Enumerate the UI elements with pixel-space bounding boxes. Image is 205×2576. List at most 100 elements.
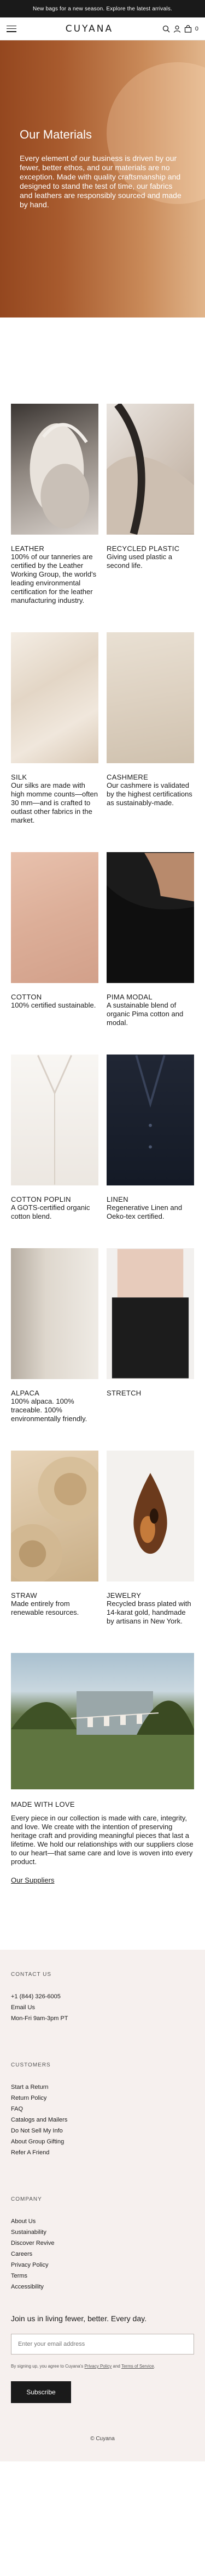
- material-title: STRETCH: [107, 1389, 142, 1397]
- phone-link[interactable]: +1 (844) 326-6005: [11, 1991, 194, 2002]
- menu-icon[interactable]: [7, 25, 16, 32]
- section-desc: Every piece in our collection is made wi…: [11, 1814, 194, 1866]
- recycled-plastic-image: [107, 404, 194, 535]
- email-us-link[interactable]: Email Us: [11, 2002, 194, 2013]
- material-desc: Recycled brass plated with 14-karat gold…: [107, 1599, 191, 1625]
- footer-link[interactable]: Sustainability: [11, 2227, 194, 2238]
- site-footer: CONTACT US +1 (844) 326-6005 Email Us Mo…: [0, 1950, 205, 2461]
- material-title: LEATHER: [11, 544, 45, 553]
- material-desc: Made entirely from renewable resources.: [11, 1599, 79, 1616]
- stretch-image: [107, 1248, 194, 1379]
- footer-link[interactable]: Discover Revive: [11, 2238, 194, 2249]
- announcement-text[interactable]: New bags for a new season. Explore the l…: [33, 6, 172, 12]
- material-desc: 100% alpaca. 100% traceable. 100% enviro…: [11, 1397, 87, 1423]
- material-card-jewelry: JEWELRY Recycled brass plated with 14-ka…: [107, 1451, 194, 1626]
- footer-link[interactable]: Terms: [11, 2271, 194, 2281]
- footer-link[interactable]: About Us: [11, 2216, 194, 2227]
- material-desc: 100% of our tanneries are certified by t…: [11, 553, 97, 604]
- material-card-alpaca: ALPACA 100% alpaca. 100% traceable. 100%…: [11, 1248, 98, 1423]
- material-desc: Our silks are made with high momme count…: [11, 781, 98, 824]
- footer-company: COMPANY About Us Sustainability Discover…: [11, 2196, 194, 2292]
- material-card-straw: STRAW Made entirely from renewable resou…: [11, 1451, 98, 1626]
- made-with-love-section: MADE WITH LOVE Every piece in our collec…: [0, 1800, 205, 1884]
- material-card-recycled-plastic: RECYCLED PLASTIC Giving used plastic a s…: [107, 404, 194, 605]
- our-suppliers-link[interactable]: Our Suppliers: [11, 1876, 54, 1884]
- site-header: CUYANA 0: [0, 17, 205, 40]
- consent-suffix: .: [154, 2364, 155, 2369]
- footer-link[interactable]: FAQ: [11, 2104, 194, 2114]
- hero-text: Every element of our business is driven …: [20, 154, 181, 209]
- terms-link[interactable]: Terms of Service: [121, 2364, 154, 2369]
- material-desc: Giving used plastic a second life.: [107, 553, 172, 570]
- footer-link[interactable]: Start a Return: [11, 2082, 194, 2093]
- material-title: STRAW: [11, 1591, 37, 1599]
- footer-link[interactable]: Return Policy: [11, 2093, 194, 2104]
- footer-link[interactable]: About Group Gifting: [11, 2136, 194, 2147]
- material-card-cashmere: CASHMERE Our cashmere is validated by th…: [107, 632, 194, 825]
- cotton-poplin-image: [11, 1055, 98, 1185]
- jewelry-image: [107, 1451, 194, 1581]
- material-title: COTTON: [11, 993, 42, 1001]
- newsletter-heading: Join us in living fewer, better. Every d…: [11, 2314, 147, 2323]
- material-title: RECYCLED PLASTIC: [107, 544, 180, 553]
- alpaca-image: [11, 1248, 98, 1379]
- account-icon[interactable]: [173, 25, 181, 33]
- material-title: SILK: [11, 773, 27, 781]
- silk-image: [11, 632, 98, 763]
- material-desc: 100% certified sustainable.: [11, 1001, 96, 1009]
- cashmere-image: [107, 632, 194, 763]
- page-title: Our Materials: [20, 128, 92, 141]
- material-card-cotton-poplin: COTTON POPLIN A GOTS-certified organic c…: [11, 1055, 98, 1221]
- footer-contact: CONTACT US +1 (844) 326-6005 Email Us Mo…: [11, 1972, 194, 2024]
- footer-customers: CUSTOMERS Start a Return Return Policy F…: [11, 2062, 194, 2158]
- material-card-silk: SILK Our silks are made with high momme …: [11, 632, 98, 825]
- material-card-stretch: STRETCH: [107, 1248, 194, 1423]
- material-card-linen: LINEN Regenerative Linen and Oeko-tex ce…: [107, 1055, 194, 1221]
- cart-count[interactable]: 0: [195, 26, 198, 32]
- footer-heading: COMPANY: [11, 2196, 42, 2202]
- pima-modal-image: [107, 852, 194, 983]
- footer-link[interactable]: Accessibility: [11, 2281, 194, 2292]
- material-title: LINEN: [107, 1195, 128, 1203]
- linen-image: [107, 1055, 194, 1185]
- material-desc: Regenerative Linen and Oeko-tex certifie…: [107, 1203, 183, 1220]
- material-card-leather: LEATHER 100% of our tanneries are certif…: [11, 404, 98, 605]
- privacy-policy-link[interactable]: Privacy Policy: [85, 2364, 112, 2369]
- consent-and: and: [112, 2364, 121, 2369]
- made-with-love-image: [11, 1653, 194, 1789]
- footer-link[interactable]: Careers: [11, 2249, 194, 2260]
- material-card-cotton: COTTON 100% certified sustainable.: [11, 852, 98, 1027]
- straw-image: [11, 1451, 98, 1581]
- footer-link[interactable]: Catalogs and Mailers: [11, 2114, 194, 2125]
- footer-link[interactable]: Refer A Friend: [11, 2147, 194, 2158]
- footer-link[interactable]: Privacy Policy: [11, 2260, 194, 2271]
- footer-link[interactable]: Do Not Sell My Info: [11, 2125, 194, 2136]
- announcement-bar[interactable]: New bags for a new season. Explore the l…: [0, 0, 205, 17]
- cotton-image: [11, 852, 98, 983]
- material-title: ALPACA: [11, 1389, 40, 1397]
- material-desc: A sustainable blend of organic Pima cott…: [107, 1001, 184, 1027]
- email-input[interactable]: Enter your email address: [11, 2334, 194, 2355]
- material-title: COTTON POPLIN: [11, 1195, 71, 1203]
- search-icon[interactable]: [162, 25, 170, 33]
- material-title: CASHMERE: [107, 773, 149, 781]
- header-icons: 0: [162, 25, 198, 33]
- copyright: © Cuyana: [90, 2436, 115, 2442]
- consent-text: By signing up, you agree to Cuyana's Pri…: [11, 2363, 194, 2369]
- material-card-pima-modal: PIMA MODAL A sustainable blend of organi…: [107, 852, 194, 1027]
- subscribe-button[interactable]: Subscribe: [11, 2381, 71, 2403]
- email-placeholder: Enter your email address: [18, 2341, 85, 2347]
- materials-grid: LEATHER 100% of our tanneries are certif…: [0, 317, 205, 1653]
- material-title: PIMA MODAL: [107, 993, 153, 1001]
- bag-icon[interactable]: [184, 25, 192, 33]
- leather-image: [11, 404, 98, 535]
- consent-prefix: By signing up, you agree to Cuyana's: [11, 2364, 85, 2369]
- material-title: JEWELRY: [107, 1591, 142, 1599]
- hero-banner: Our Materials Every element of our busin…: [0, 40, 205, 317]
- material-desc: A GOTS-certified organic cotton blend.: [11, 1203, 90, 1220]
- footer-heading: CONTACT US: [11, 1972, 52, 1978]
- footer-heading: CUSTOMERS: [11, 2062, 51, 2068]
- section-title: MADE WITH LOVE: [11, 1800, 75, 1808]
- brand-logo[interactable]: CUYANA: [66, 23, 113, 34]
- material-desc: Our cashmere is validated by the highest…: [107, 781, 192, 807]
